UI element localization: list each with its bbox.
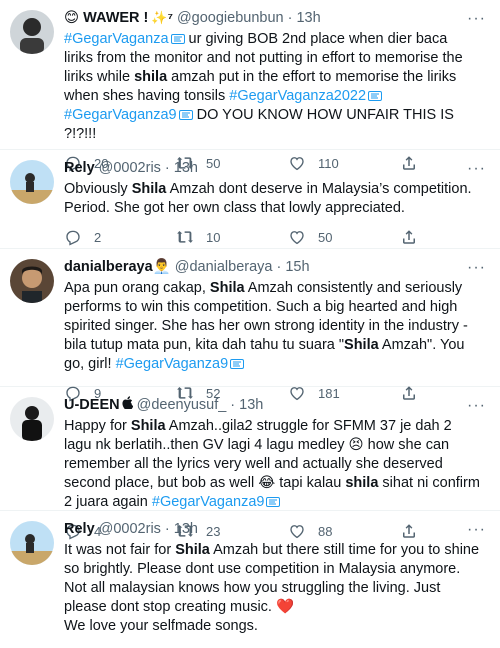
- avatar[interactable]: [10, 521, 54, 565]
- more-icon[interactable]: ···: [467, 10, 486, 28]
- tweet-text: #GegarVaganza ur giving BOB 2nd place wh…: [64, 30, 488, 144]
- tweet-text: Obviously Shila Amzah dont deserve in Ma…: [64, 180, 488, 218]
- text-segment: Happy for: [64, 418, 131, 434]
- avatar[interactable]: [10, 397, 54, 441]
- tweet-text: It was not fair for Shila Amzah but ther…: [64, 541, 488, 636]
- hashflag-icon: [169, 31, 185, 47]
- action-bar: 2 4 23: [64, 638, 488, 648]
- like-count: 50: [318, 229, 333, 245]
- display-name[interactable]: Rely: [64, 159, 95, 177]
- tweet-feed: ··· 😊 WAWER ! ✨⁷ @googiebunbun · 13h #Ge…: [0, 0, 500, 648]
- retweet-button[interactable]: 10: [176, 228, 288, 246]
- more-icon[interactable]: ···: [467, 259, 486, 277]
- tweet[interactable]: ··· Rely @0002ris · 13h Obviously Shila …: [0, 150, 500, 249]
- share-icon: [403, 230, 415, 244]
- tweet[interactable]: ··· danialberaya👨‍💼 @danialberaya · 15h …: [0, 249, 500, 402]
- more-icon[interactable]: ···: [467, 397, 486, 415]
- keyword-highlight: Shila: [344, 337, 379, 353]
- avatar[interactable]: [10, 259, 54, 303]
- user-handle[interactable]: @googiebunbun: [177, 9, 284, 27]
- avatar[interactable]: [10, 160, 54, 204]
- like-button[interactable]: 50: [288, 228, 400, 246]
- reply-button[interactable]: 2: [64, 228, 176, 246]
- share-button[interactable]: [400, 228, 430, 246]
- text-segment: We love your selfmade songs.: [64, 618, 258, 634]
- hashflag-icon: [264, 494, 281, 510]
- hashflag-icon: [228, 356, 245, 372]
- hashtag-link[interactable]: #GegarVaganza9: [152, 494, 265, 510]
- user-handle[interactable]: @0002ris: [99, 520, 161, 538]
- hashtag-link[interactable]: #GegarVaganza2022: [229, 88, 366, 104]
- text-segment: Obviously: [64, 181, 132, 197]
- display-name[interactable]: danialberaya👨‍💼: [64, 258, 171, 276]
- hashflag-icon: [177, 107, 193, 123]
- apple-icon: [122, 396, 133, 414]
- text-segment: It was not fair for: [64, 542, 176, 558]
- display-name[interactable]: 😊 WAWER !: [64, 9, 148, 27]
- hashtag-link[interactable]: #GegarVaganza9: [116, 356, 229, 372]
- tweet-text: Apa pun orang cakap, Shila Amzah consist…: [64, 279, 488, 374]
- hashtag-link[interactable]: #GegarVaganza9: [64, 107, 177, 123]
- keyword-highlight: shila: [134, 69, 168, 85]
- timestamp[interactable]: 13h: [174, 520, 198, 538]
- keyword-highlight: Shila: [131, 181, 167, 197]
- retweet-icon: [177, 231, 193, 243]
- text-segment: Apa pun orang cakap,: [64, 280, 210, 296]
- tweet[interactable]: ··· U-DEEN @deenyusuf_ · 13h Happy for S…: [0, 387, 500, 540]
- keyword-highlight: shila: [345, 475, 379, 491]
- like-icon: [290, 231, 304, 245]
- display-name[interactable]: Rely: [64, 520, 95, 538]
- timestamp[interactable]: 13h: [174, 159, 198, 177]
- reply-count: 2: [94, 229, 102, 245]
- keyword-highlight: Shila: [209, 280, 245, 296]
- tweet-text: Happy for Shila Amzah..gila2 struggle fo…: [64, 417, 488, 512]
- keyword-highlight: Shila: [175, 542, 210, 558]
- hashtag-link[interactable]: #GegarVaganza: [64, 31, 169, 47]
- avatar[interactable]: [10, 10, 54, 54]
- display-name[interactable]: U-DEEN: [64, 396, 120, 414]
- tweet[interactable]: ··· 😊 WAWER ! ✨⁷ @googiebunbun · 13h #Ge…: [0, 0, 500, 172]
- reply-icon: [66, 230, 80, 246]
- timestamp[interactable]: 13h: [296, 9, 320, 27]
- user-handle[interactable]: @deenyusuf_: [137, 396, 227, 414]
- more-icon[interactable]: ···: [467, 160, 486, 178]
- timestamp[interactable]: 15h: [285, 258, 309, 276]
- more-icon[interactable]: ···: [467, 521, 486, 539]
- keyword-highlight: Shila: [130, 418, 166, 434]
- user-handle[interactable]: @danialberaya: [175, 258, 273, 276]
- hashflag-icon: [366, 88, 383, 104]
- name-emoji: ✨⁷: [151, 10, 173, 25]
- timestamp[interactable]: 13h: [239, 396, 263, 414]
- user-handle[interactable]: @0002ris: [99, 159, 161, 177]
- retweet-count: 10: [206, 229, 221, 245]
- tweet[interactable]: ··· Rely @0002ris · 13h It was not fair …: [0, 511, 500, 648]
